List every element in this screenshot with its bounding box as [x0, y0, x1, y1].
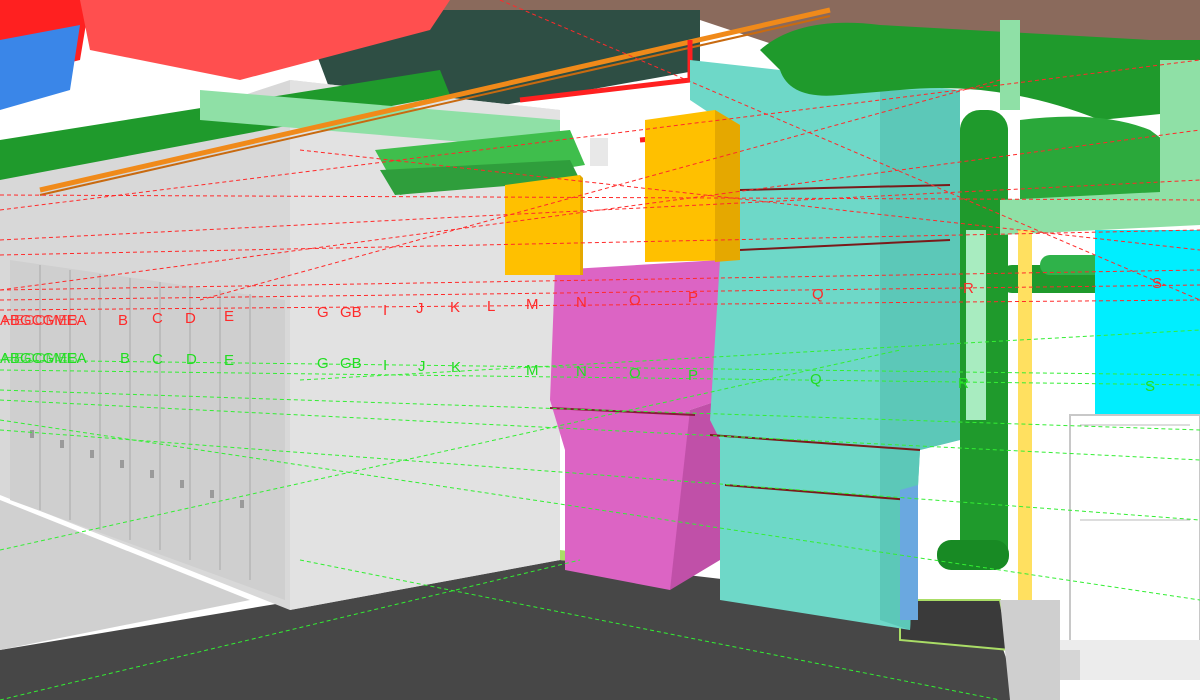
grid-label-upper-c: C — [152, 310, 163, 327]
3d-model-viewport[interactable]: ABGCGMEA HECCMEB ABGCGMEA HECCMEB B C D … — [0, 0, 1200, 700]
grid-label-upper-q: Q — [812, 286, 824, 303]
grid-label-lower-r: R — [958, 375, 969, 392]
model-scene[interactable]: ABGCGMEA HECCMEB ABGCGMEA HECCMEB B C D … — [0, 0, 1200, 700]
grid-label-lower-m: M — [526, 362, 539, 379]
grid-label-lower-p: P — [688, 367, 698, 384]
grid-label-upper-k: K — [450, 299, 460, 316]
grid-label-upper-o: O — [629, 292, 641, 309]
grid-label-lower-d: D — [186, 351, 197, 368]
cyan-panel — [1095, 230, 1200, 430]
grid-label-upper-d: D — [185, 310, 196, 327]
grid-label-lower-k: K — [451, 359, 461, 376]
grid-label-lower-j: J — [418, 358, 426, 375]
svg-text:HECCMEB: HECCMEB — [3, 312, 78, 329]
valve — [590, 138, 608, 166]
grid-label-upper-j: J — [416, 300, 424, 317]
grid-label-lower-b: B — [120, 350, 130, 367]
grid-label-upper-l: L — [487, 298, 495, 315]
blue-duct-edge — [900, 485, 918, 620]
blue-duct — [0, 25, 80, 110]
grid-label-upper-gb: GB — [340, 304, 362, 321]
grid-label-lower-gb: GB — [340, 355, 362, 372]
grid-label-lower-o: O — [629, 365, 641, 382]
svg-text:HECCMEB: HECCMEB — [3, 350, 78, 367]
grid-label-upper-i: I — [383, 302, 387, 319]
floor-right — [1000, 600, 1060, 700]
grid-label-lower-c: C — [152, 351, 163, 368]
grid-label-upper-e: E — [224, 308, 234, 325]
grid-label-upper-m: M — [526, 296, 539, 313]
grid-label-lower-n: N — [576, 363, 587, 380]
yellow-conduit — [1018, 230, 1032, 600]
grid-label-lower-e: E — [224, 352, 234, 369]
grid-label-lower-s: S — [1145, 378, 1155, 395]
pale-green-pipe — [966, 230, 986, 420]
grid-label-upper-g: G — [317, 304, 329, 321]
light-green-vertical-pipe — [1000, 20, 1020, 110]
grid-label-lower-i: I — [383, 357, 387, 374]
white-cabinet-body — [1069, 414, 1200, 666]
upper-label-cluster: ABGCGMEA HECCMEB — [0, 312, 87, 329]
grid-label-upper-r: R — [963, 280, 974, 297]
lower-label-cluster: ABGCGMEA HECCMEB — [0, 350, 87, 367]
grid-label-lower-g: G — [317, 355, 329, 372]
grid-label-upper-b: B — [118, 312, 128, 329]
grid-label-upper-n: N — [576, 294, 587, 311]
yellow-box-left — [505, 175, 580, 275]
white-cabinet-base — [1060, 640, 1200, 680]
grid-label-lower-q: Q — [810, 371, 822, 388]
grid-label-upper-p: P — [688, 289, 698, 306]
grid-label-upper-s: S — [1152, 275, 1162, 292]
